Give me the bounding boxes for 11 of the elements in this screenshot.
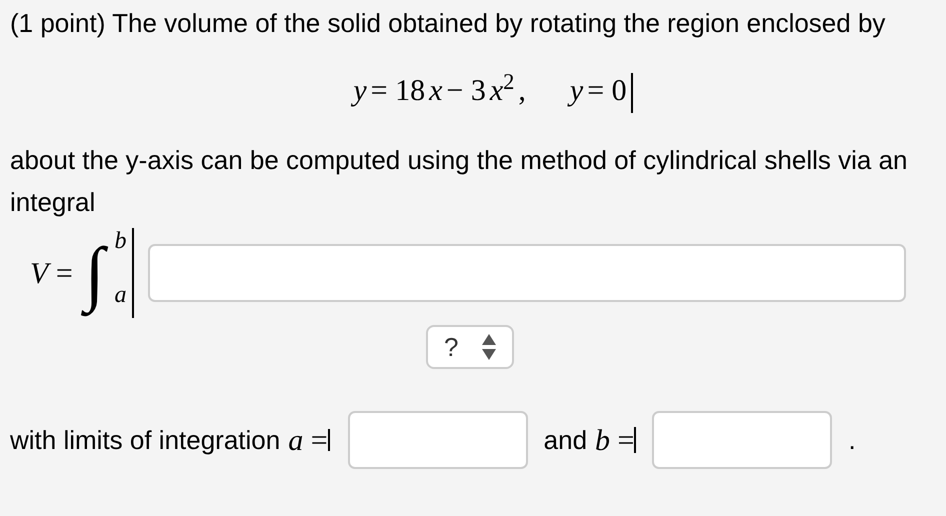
connector-text: and <box>544 424 588 456</box>
problem-text: about the y-axis can be computed using the method of cylindrical shells via an integral <box>10 144 909 219</box>
equation: y= 0 <box>570 73 628 109</box>
integral-lhs: V = <box>30 256 73 292</box>
period-text: . <box>848 424 856 456</box>
problem-text: with limits of integration <box>10 424 280 456</box>
answer-type-select[interactable]: ? <box>426 325 514 369</box>
limit-label: a = <box>288 422 328 458</box>
problem-text: (1 point) The volume of the solid obtained by rotating the region enclosed by <box>10 7 886 40</box>
limit-label: b = <box>595 422 634 458</box>
equation: y= 18x− 3x$^{2}$, <box>353 68 527 109</box>
